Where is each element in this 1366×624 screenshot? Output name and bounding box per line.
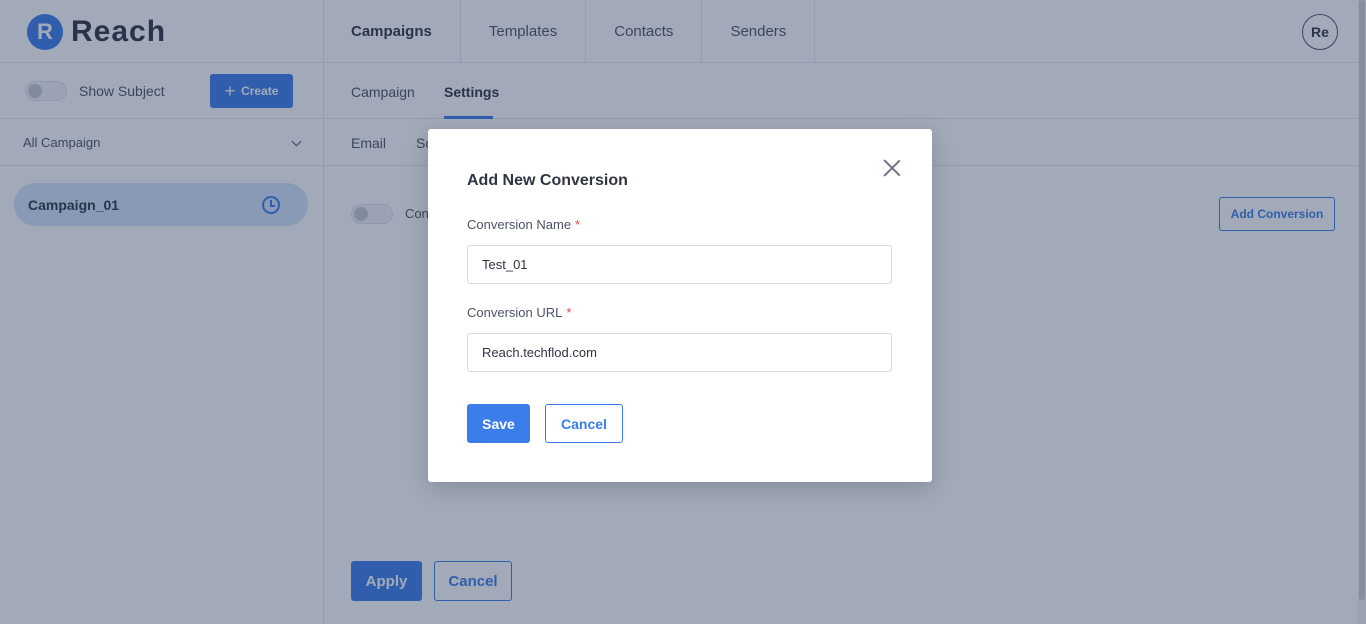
close-icon[interactable] bbox=[883, 159, 901, 177]
conversion-url-field[interactable] bbox=[467, 333, 892, 372]
required-mark: * bbox=[566, 305, 572, 320]
save-button[interactable]: Save bbox=[467, 404, 530, 443]
modal-title: Add New Conversion bbox=[467, 172, 628, 189]
conversion-url-label-text: Conversion URL bbox=[467, 305, 563, 320]
cancel-button[interactable]: Cancel bbox=[545, 404, 623, 443]
conversion-name-field[interactable] bbox=[467, 245, 892, 284]
conversion-name-label-text: Conversion Name bbox=[467, 217, 572, 232]
required-mark: * bbox=[575, 217, 581, 232]
add-conversion-modal: Add New Conversion Conversion Name* Conv… bbox=[428, 129, 932, 482]
conversion-name-label: Conversion Name * bbox=[467, 217, 580, 232]
conversion-url-label: Conversion URL * bbox=[467, 305, 571, 320]
